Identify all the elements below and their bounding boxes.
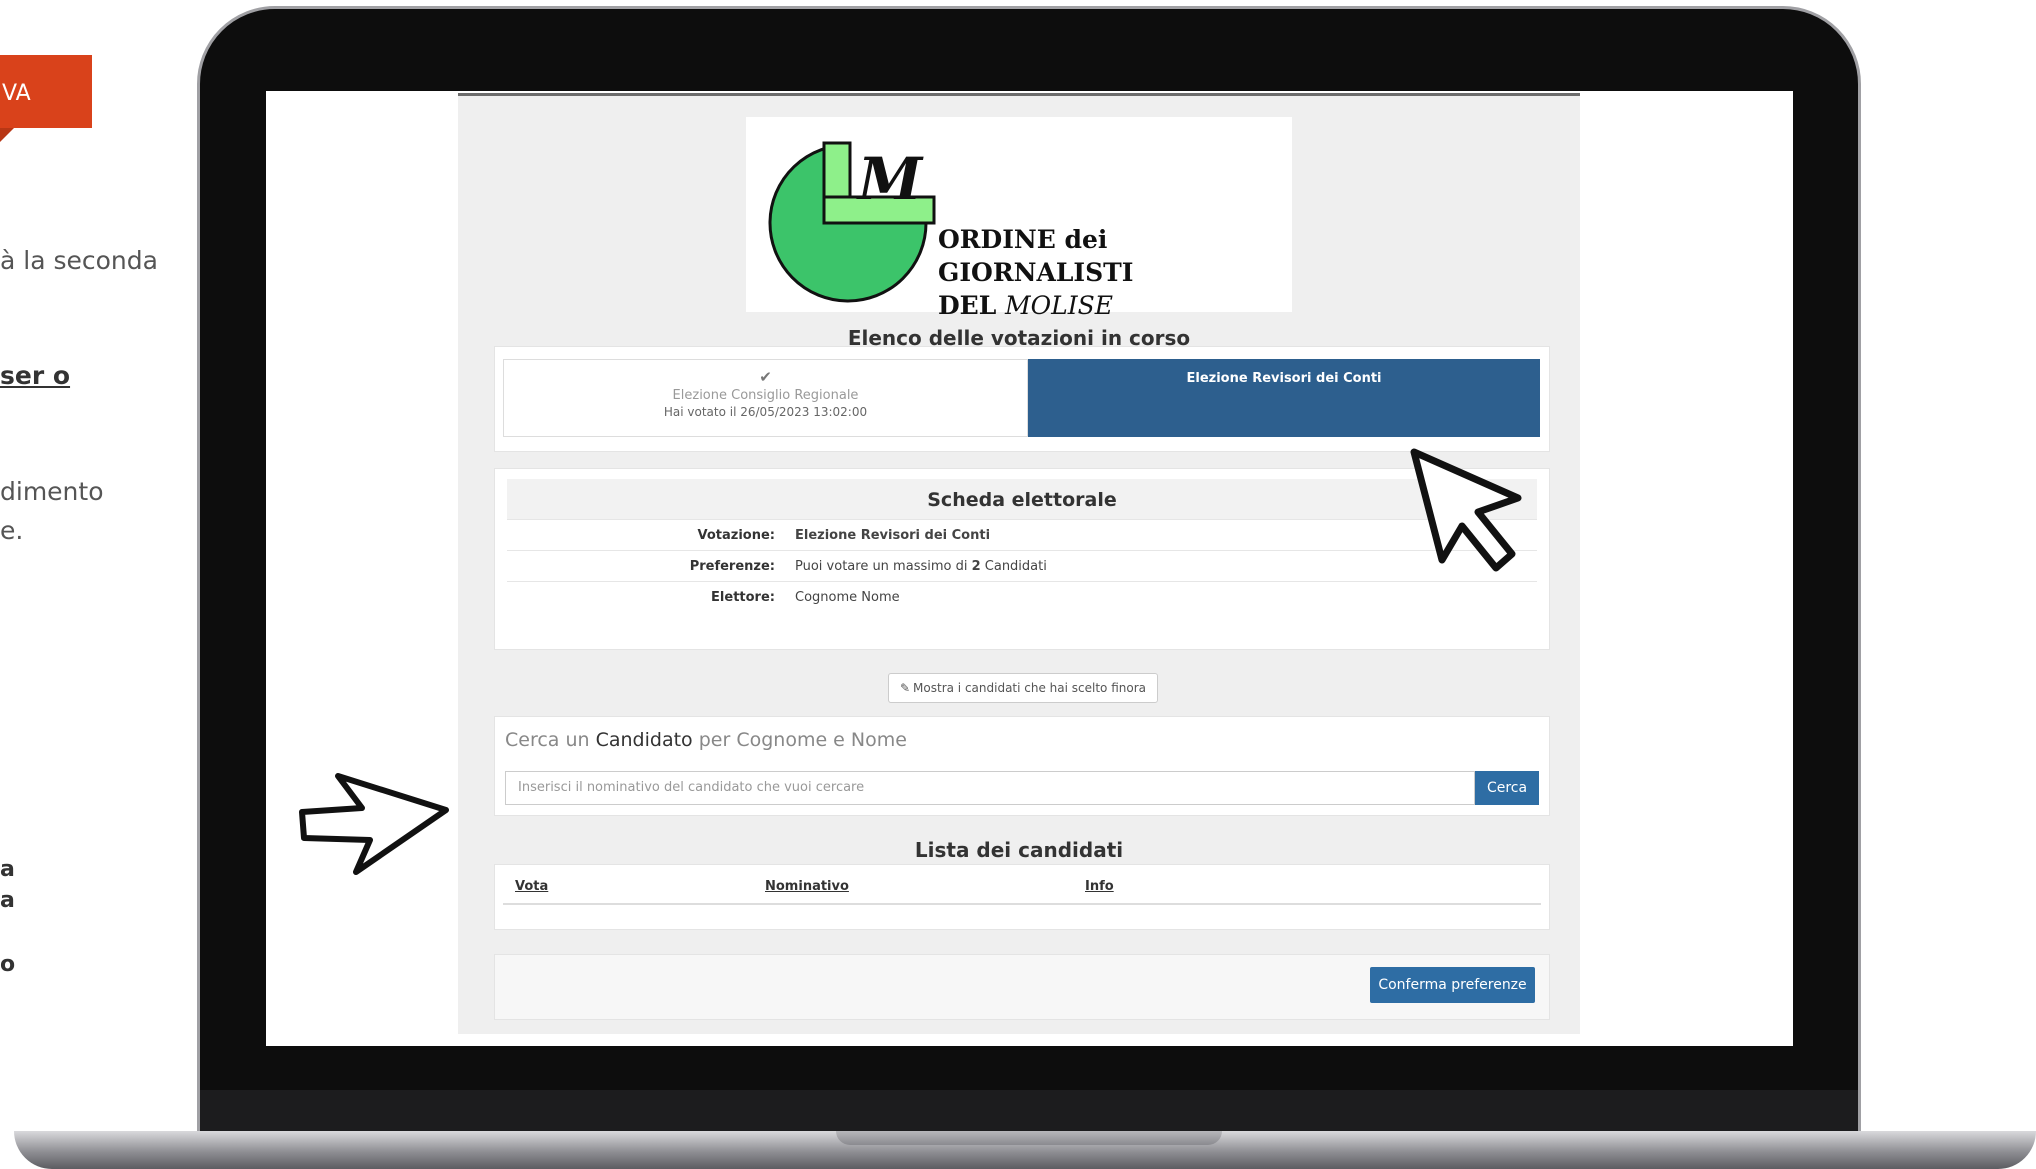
- column-header-info[interactable]: Info: [1085, 879, 1114, 894]
- mouse-cursor-icon: [1410, 448, 1522, 572]
- laptop-chin: [200, 1090, 1858, 1135]
- logo-line2-a: DEL: [938, 291, 1006, 320]
- slide-text-line: ser o: [0, 361, 71, 390]
- tab-active-name: Elezione Revisori dei Conti: [1186, 371, 1382, 386]
- search-title: Cerca un Candidato per Cognome e Nome: [505, 729, 907, 751]
- column-header-nominativo[interactable]: Nominativo: [765, 879, 849, 894]
- laptop-notch: [836, 1131, 1222, 1145]
- slide-tag-tail: [0, 128, 14, 142]
- slide-tag-text: VA: [2, 81, 31, 106]
- candidates-table: Vota Nominativo Info: [494, 864, 1550, 930]
- show-chosen-candidates-button[interactable]: ✎ Mostra i candidati che hai scelto finor…: [888, 673, 1158, 703]
- divider: [507, 550, 1537, 551]
- search-input[interactable]: Inserisci il nominativo del candidato ch…: [505, 771, 1475, 805]
- search-title-c: per Cognome e Nome: [692, 729, 907, 751]
- confirm-preferences-button[interactable]: Conferma preferenze: [1370, 967, 1535, 1003]
- slide-text-line: à la seconda: [0, 246, 158, 275]
- tab-consiglio-regionale[interactable]: ✔ Elezione Consiglio Regionale Hai votat…: [503, 359, 1028, 437]
- column-header-vota[interactable]: Vota: [515, 879, 548, 894]
- preferenze-prefix: Puoi votare un massimo di: [795, 559, 972, 574]
- logo-line2: DEL MOLISE: [938, 289, 1292, 322]
- votazioni-panel: ✔ Elezione Consiglio Regionale Hai votat…: [494, 346, 1550, 452]
- laptop-screen: M ORDINE dei GIORNALISTI DEL MOLISE Elen…: [266, 91, 1793, 1046]
- preferenze-label: Preferenze:: [689, 559, 775, 574]
- slide-bold-line: a: [0, 888, 15, 913]
- elettore-value: Cognome Nome: [795, 590, 900, 605]
- preferenze-suffix: Candidati: [980, 559, 1047, 574]
- lista-title: Lista dei candidati: [914, 838, 1124, 862]
- elettore-label: Elettore:: [711, 590, 775, 605]
- edit-icon: ✎: [899, 681, 911, 695]
- show-button-label: Mostra i candidati che hai scelto finora: [913, 681, 1147, 695]
- search-title-a: Cerca un: [505, 729, 596, 751]
- logo-line1: ORDINE dei GIORNALISTI: [938, 225, 1134, 287]
- logo-line2-b: MOLISE: [1005, 291, 1113, 320]
- search-button[interactable]: Cerca: [1475, 771, 1539, 805]
- slide-bold-line: o: [0, 952, 16, 977]
- check-icon: ✔: [759, 368, 772, 386]
- slide-bold-line: a: [0, 857, 15, 882]
- slide-tag: VA: [0, 55, 92, 128]
- divider: [507, 581, 1537, 582]
- confirm-panel: Conferma preferenze: [494, 954, 1550, 1020]
- tab-revisori-conti[interactable]: Elezione Revisori dei Conti: [1028, 359, 1540, 437]
- search-title-b: Candidato: [595, 729, 693, 751]
- logo: M ORDINE dei GIORNALISTI DEL MOLISE: [746, 117, 1292, 320]
- divider: [507, 519, 1537, 520]
- preferenze-num: 2: [971, 559, 981, 574]
- scheda-title: Scheda elettorale: [927, 489, 1117, 511]
- votazione-value: Elezione Revisori dei Conti: [795, 528, 991, 543]
- logo-letter: M: [858, 145, 923, 213]
- tab-done-status: Hai votato il 26/05/2023 13:02:00: [663, 405, 868, 419]
- slide-text-line: dimento: [0, 477, 104, 506]
- arrow-right-icon: [299, 773, 449, 875]
- votazione-label: Votazione:: [697, 528, 776, 543]
- slide-text-line: e.: [0, 516, 24, 545]
- search-panel: Cerca un Candidato per Cognome e Nome In…: [494, 716, 1550, 816]
- table-header: [503, 873, 1541, 905]
- preferenze-value: Puoi votare un massimo di 2 Candidati: [795, 559, 1047, 574]
- scheda-panel: Scheda elettorale Votazione: Elezione Re…: [494, 468, 1550, 650]
- logo-text: ORDINE dei GIORNALISTI DEL MOLISE: [938, 223, 1292, 322]
- tab-done-name: Elezione Consiglio Regionale: [672, 388, 859, 403]
